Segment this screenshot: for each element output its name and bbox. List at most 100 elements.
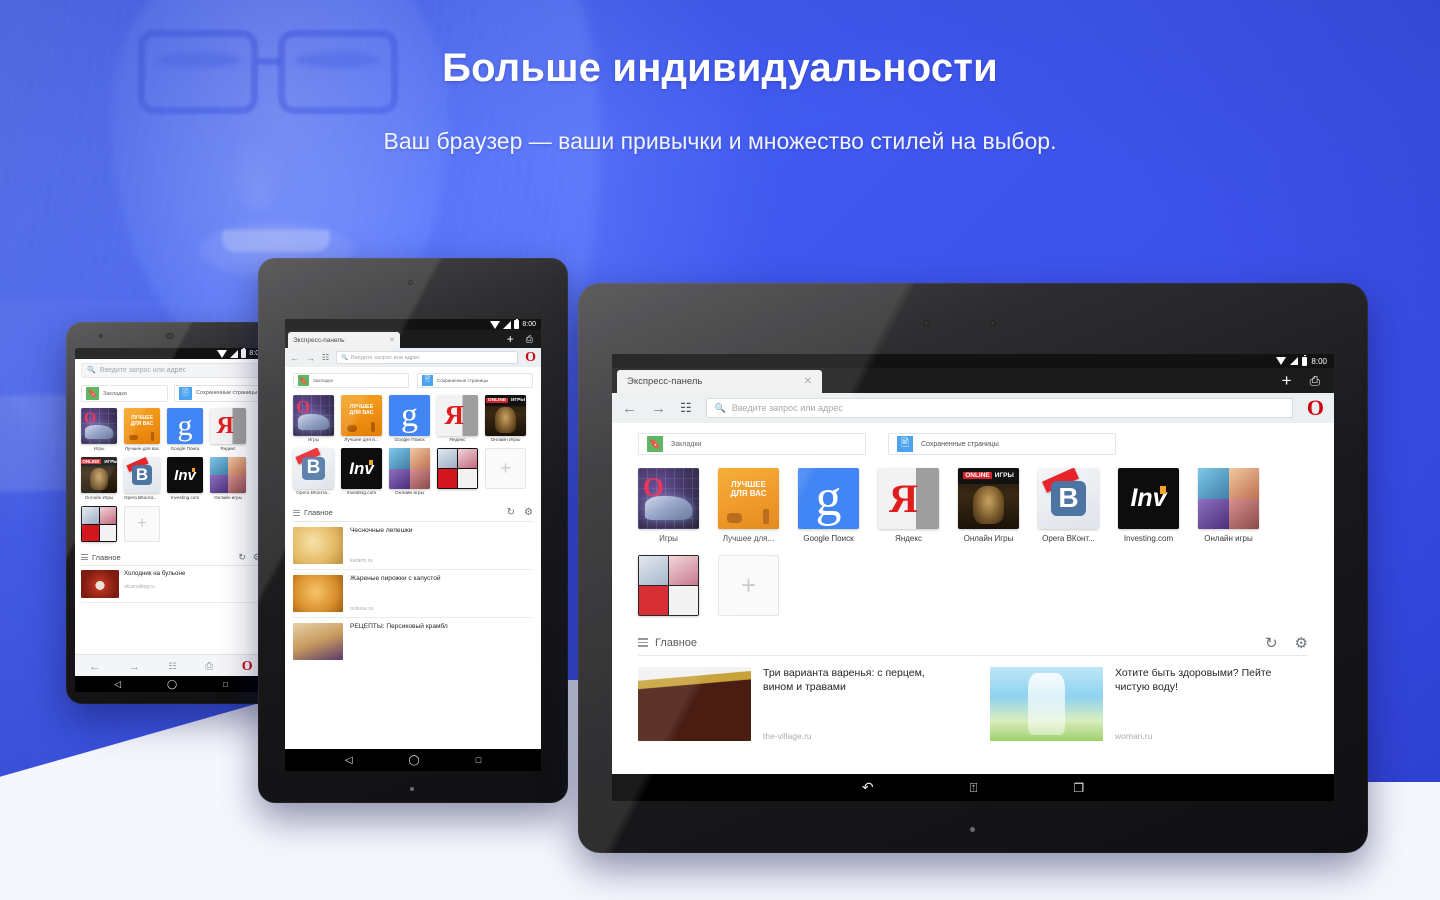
- tablet10-saved-pages-button[interactable]: 🖹 Сохраненные страницы: [888, 433, 1116, 455]
- tablet7-search-input[interactable]: 🔍 Введите запрос или адрес: [336, 351, 519, 364]
- refresh-icon[interactable]: ↻: [1265, 634, 1278, 652]
- recents-icon[interactable]: □: [223, 680, 228, 689]
- phone-search-input[interactable]: 🔍 Введите запрос или адрес: [81, 362, 261, 378]
- tablet10-feed-row: Три варианта варенья: с перцем, вином и …: [638, 656, 1308, 741]
- wifi-icon: [490, 320, 501, 329]
- menu-icon[interactable]: [293, 509, 300, 516]
- close-icon[interactable]: ✕: [804, 376, 812, 387]
- speed-dial-tile[interactable]: g Google Поиск: [389, 395, 430, 443]
- phone-bookmarks-button[interactable]: 🔖 Закладки: [81, 385, 168, 402]
- refresh-icon[interactable]: ↻: [238, 552, 246, 563]
- tile-thumb-best-for-you: ЛУЧШЕЕ ДЛЯ ВАС: [124, 408, 160, 444]
- settings-gear-icon[interactable]: ⚙: [1295, 634, 1308, 652]
- tab-express-panel[interactable]: Экспресс-панель ✕: [288, 332, 400, 348]
- feed-card[interactable]: Жареные пирожки с капустой ovkuse.ru: [293, 570, 533, 618]
- speed-dial-tile[interactable]: В Opera ВКонтакте: [124, 457, 160, 500]
- close-icon[interactable]: ✕: [389, 336, 395, 344]
- back-icon[interactable]: ↶: [862, 779, 874, 796]
- speed-dial-tile[interactable]: Я Яндекс: [878, 468, 939, 543]
- opera-menu-button[interactable]: O: [242, 659, 253, 675]
- add-speed-dial-tile[interactable]: +: [124, 506, 160, 542]
- speed-dial-tile[interactable]: [437, 448, 478, 496]
- tile-label: Онлайн игры: [214, 495, 242, 500]
- tablet7-feed-list: Чесночные лепешки kedem.ru Жареные пирож…: [293, 522, 533, 665]
- tile-thumb-investing: Inv: [1118, 468, 1179, 529]
- feed-card[interactable]: РЕЦЕПТЫ: Персиковый крамбл: [293, 618, 533, 665]
- speed-dial-tile[interactable]: ЛУЧШЕЕ ДЛЯ ВАС Лучшее для...: [718, 468, 779, 543]
- new-tab-button[interactable]: +: [1282, 372, 1292, 389]
- feed-card[interactable]: Чесночные лепешки kedem.ru: [293, 522, 533, 570]
- back-icon[interactable]: ◁: [345, 755, 353, 766]
- speed-dial-tile[interactable]: В Opera ВКонт...: [1038, 468, 1099, 543]
- forward-button[interactable]: →: [306, 353, 315, 363]
- new-tab-button[interactable]: +: [507, 333, 514, 345]
- speed-dial-tile[interactable]: g Google Поиск: [798, 468, 859, 543]
- feed-card[interactable]: Холодник на бульоне vkusnyblog.ru: [81, 566, 261, 603]
- recents-icon[interactable]: □: [476, 755, 481, 765]
- tab-switcher-icon[interactable]: ⎙: [526, 334, 533, 345]
- back-icon[interactable]: ◁: [114, 679, 121, 690]
- feed-card[interactable]: Три варианта варенья: с перцем, вином и …: [638, 667, 956, 741]
- speed-dial-tile[interactable]: ONLINE ИГРЫ Онлайн Игры: [485, 395, 526, 443]
- feed-card[interactable]: Хотите быть здоровыми? Пейте чистую воду…: [990, 667, 1308, 741]
- tablet10-search-input[interactable]: 🔍 Введите запрос или адрес: [705, 398, 1293, 418]
- phone-screen: 8:00 🔍 Введите запрос или адрес 🔖 Заклад…: [75, 348, 267, 678]
- speed-dial-tile[interactable]: Inv Investing.com: [341, 448, 382, 496]
- speed-dial-tile[interactable]: Онлайн игры: [1198, 468, 1259, 543]
- card-thumbnail: [293, 575, 343, 612]
- phone-saved-pages-button[interactable]: 🖹 Сохраненные страницы: [174, 385, 261, 402]
- add-icon: +: [124, 506, 160, 542]
- tabs-button[interactable]: ⎙: [205, 661, 213, 672]
- speed-dial-tile[interactable]: ONLINE ИГРЫ Онлайн Игры: [81, 457, 117, 500]
- forward-button[interactable]: →: [651, 400, 666, 417]
- tablet10-camera-1: [923, 320, 929, 326]
- speed-dial-tile[interactable]: ONLINE ИГРЫ Онлайн Игры: [958, 468, 1019, 543]
- recents-icon[interactable]: ❐: [1073, 781, 1084, 795]
- refresh-icon[interactable]: ↻: [507, 507, 515, 518]
- tab-switcher-icon[interactable]: ⎙: [1310, 373, 1320, 389]
- page-title: Больше индивидуальности: [442, 46, 998, 90]
- speed-dial-tile[interactable]: O Игры: [638, 468, 699, 543]
- menu-icon[interactable]: [81, 554, 88, 560]
- signal-icon: [503, 320, 512, 329]
- speed-dial-tile[interactable]: ЛУЧШЕЕ ДЛЯ ВАС Лучшее для вас: [124, 408, 160, 451]
- forward-button[interactable]: →: [129, 661, 140, 673]
- speed-dial-tile[interactable]: [81, 506, 117, 542]
- speed-dial-tile[interactable]: Inv Investing.com: [167, 457, 203, 500]
- home-icon[interactable]: ◯: [167, 679, 177, 690]
- speed-dial-tile[interactable]: Онлайн игры: [389, 448, 430, 496]
- menu-icon[interactable]: [638, 638, 648, 647]
- qr-scan-icon[interactable]: ☷: [322, 353, 329, 362]
- card-thumbnail: [990, 667, 1103, 741]
- speed-dial-tile[interactable]: Inv Investing.com: [1118, 468, 1179, 543]
- speed-dial-tile[interactable]: O Игры: [81, 408, 117, 451]
- home-icon[interactable]: ⍐: [970, 780, 978, 796]
- speed-dial-tile[interactable]: g Google Поиск: [167, 408, 203, 451]
- tablet7-tile-grid: O Игры ЛУЧШЕЕДЛЯ ВАС Лучшее для в... g: [293, 395, 533, 496]
- tablet10-bookmarks-button[interactable]: 🔖 Закладки: [638, 433, 866, 455]
- settings-gear-icon[interactable]: ⚙: [524, 507, 533, 518]
- qr-scan-icon[interactable]: ☷: [168, 661, 176, 672]
- add-speed-dial-tile[interactable]: +: [718, 555, 779, 616]
- opera-menu-button[interactable]: O: [525, 350, 536, 366]
- tab-express-panel[interactable]: Экспресс-панель ✕: [617, 370, 822, 393]
- speed-dial-tile[interactable]: O Игры: [293, 395, 334, 443]
- speed-dial-tile[interactable]: Я Яндекс: [437, 395, 478, 443]
- back-button[interactable]: ←: [290, 353, 299, 363]
- speed-dial-tile[interactable]: [638, 555, 699, 616]
- speed-dial-tile[interactable]: Онлайн игры: [210, 457, 246, 500]
- speed-dial-tile[interactable]: В Opera ВКонта...: [293, 448, 334, 496]
- tablet7-camera: [408, 280, 413, 285]
- add-speed-dial-tile[interactable]: +: [485, 448, 526, 496]
- tablet7-saved-pages-button[interactable]: 🖹 Сохраненные страницы: [417, 373, 533, 388]
- tablet7-bookmarks-button[interactable]: 🔖 Закладки: [293, 373, 409, 388]
- qr-scan-icon[interactable]: ☷: [680, 400, 692, 416]
- home-icon[interactable]: ◯: [409, 755, 420, 766]
- speed-dial-tile[interactable]: Я Яндекс: [210, 408, 246, 451]
- phone-address-bar[interactable]: 🔍 Введите запрос или адрес: [75, 359, 267, 381]
- back-button[interactable]: ←: [622, 400, 637, 417]
- opera-menu-button[interactable]: O: [1307, 395, 1324, 421]
- speed-dial-tile[interactable]: ЛУЧШЕЕ ДЛЯ ВАС Лучшее для в...: [341, 395, 382, 443]
- back-button[interactable]: ←: [89, 661, 100, 673]
- tile-label: Игры: [93, 446, 105, 451]
